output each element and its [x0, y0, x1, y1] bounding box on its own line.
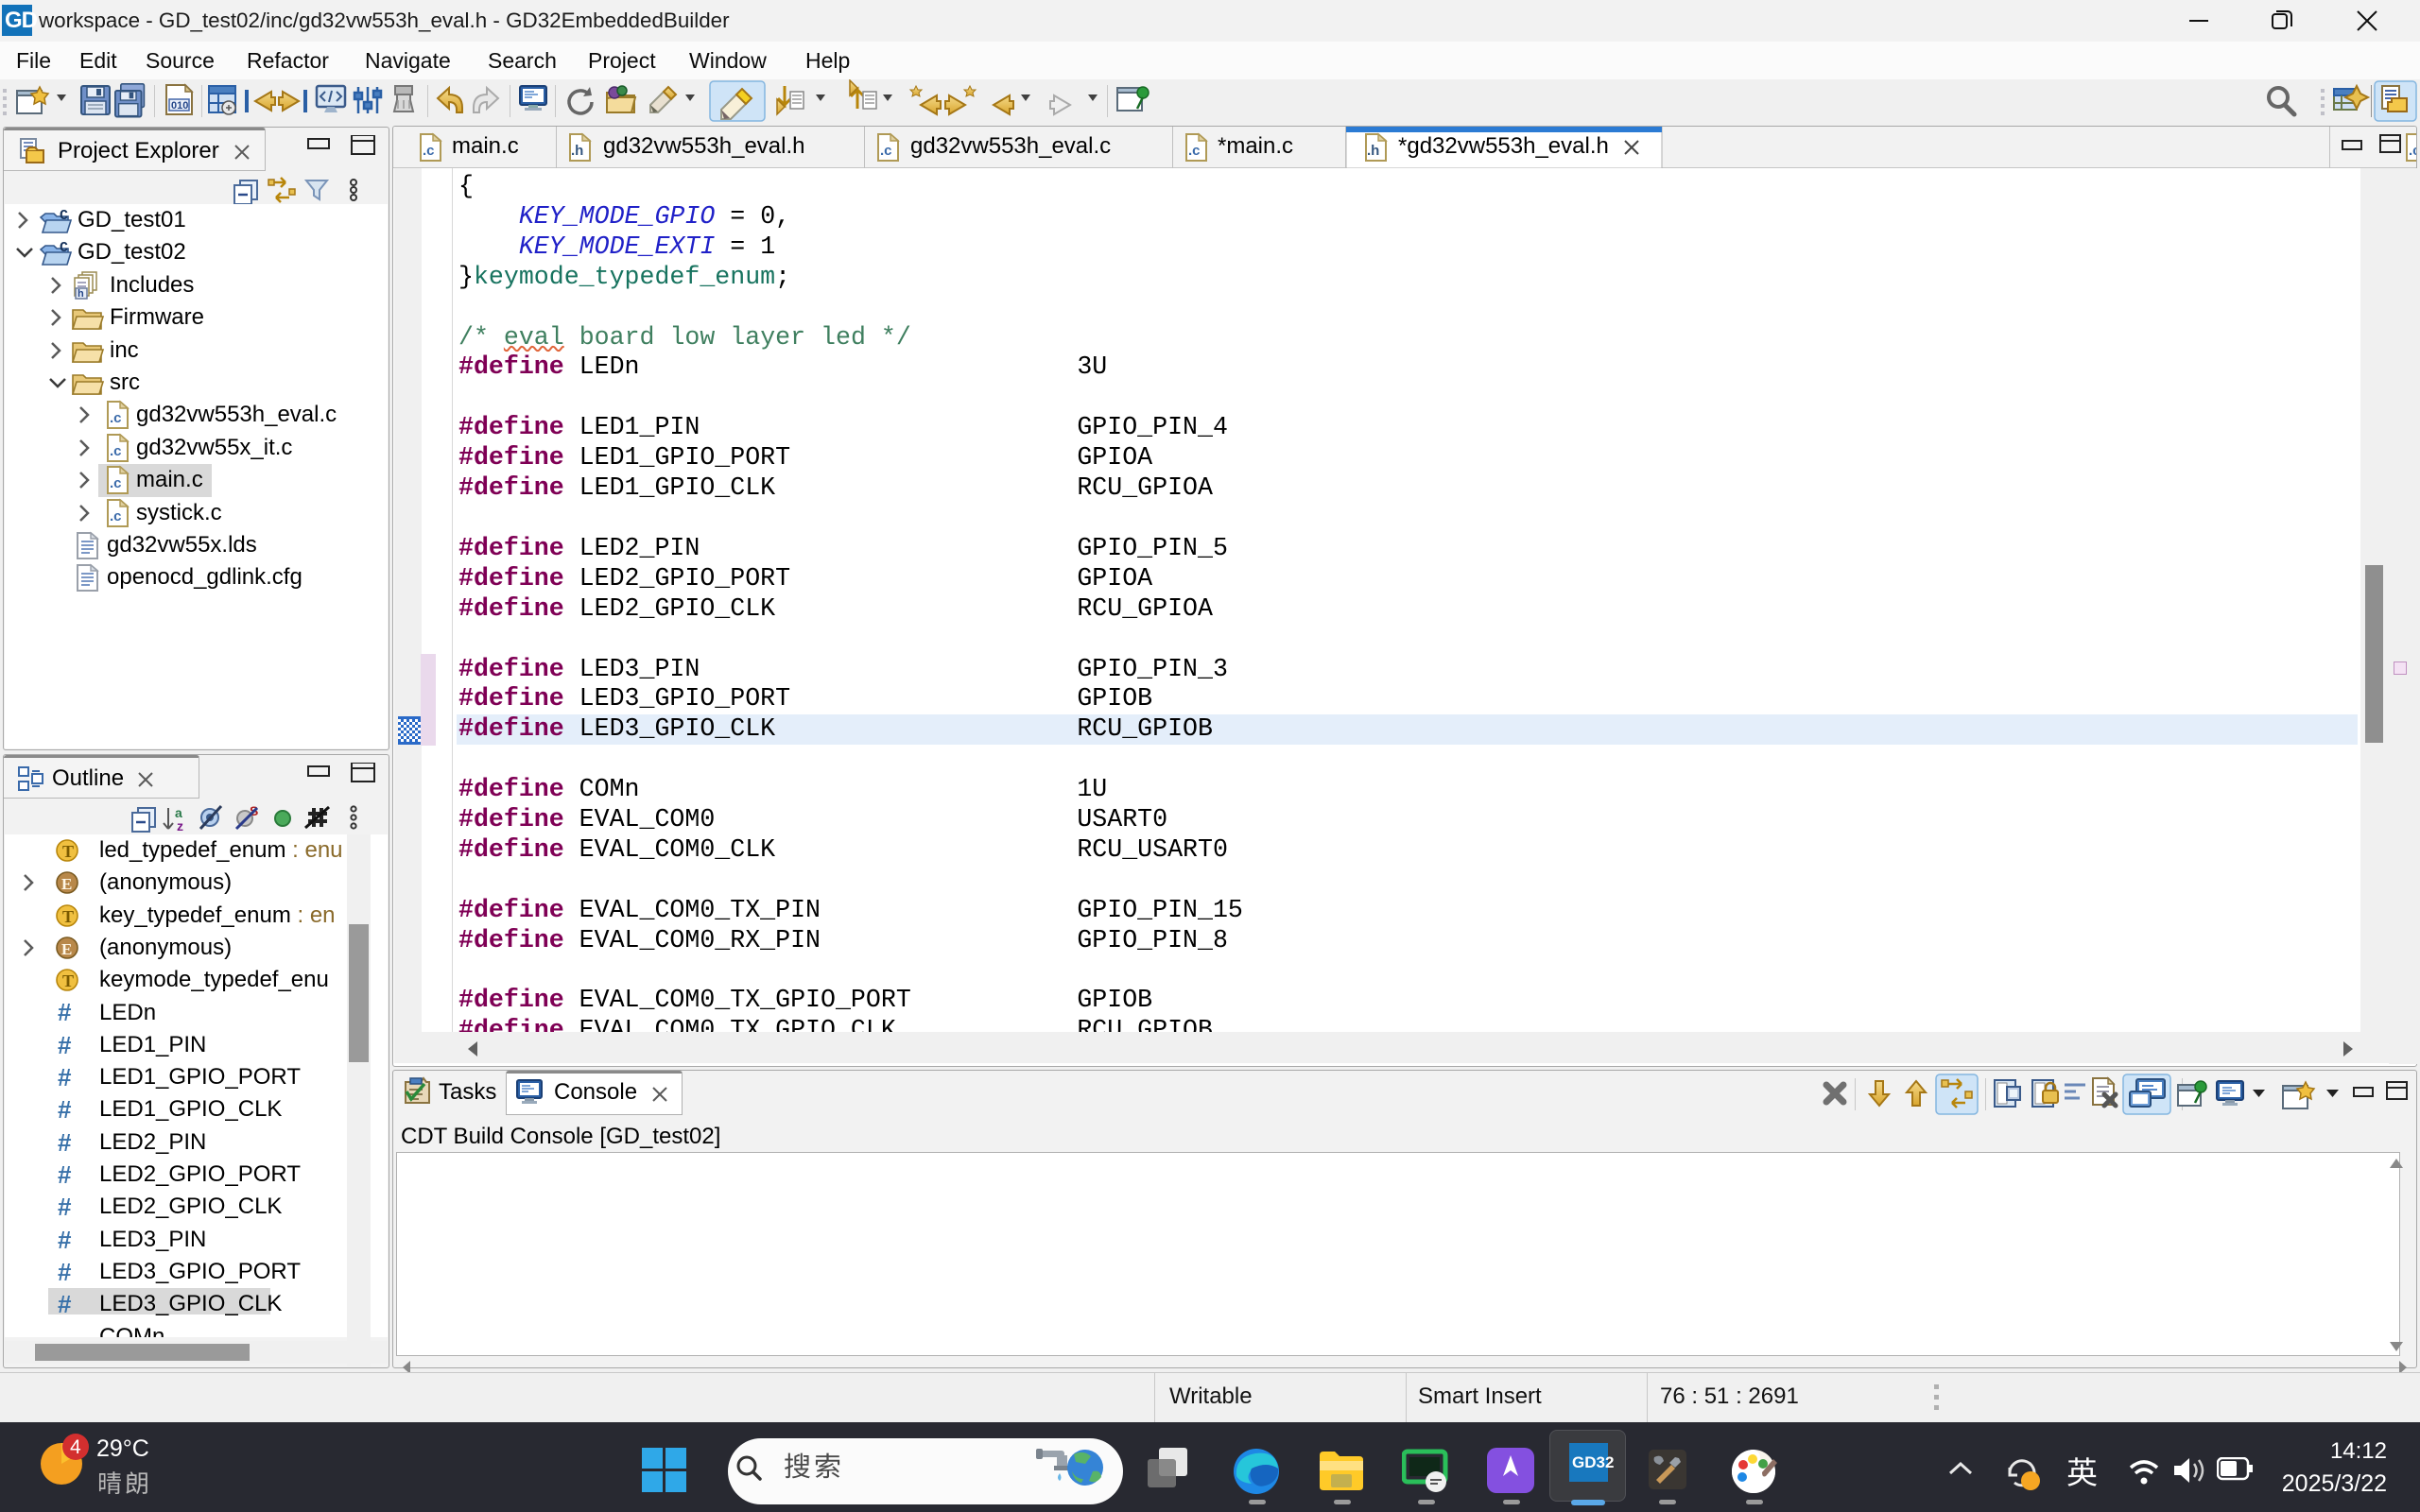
- svg-text:010: 010: [171, 100, 188, 112]
- svg-text:4: 4: [70, 1436, 81, 1458]
- svg-text:z: z: [177, 818, 183, 833]
